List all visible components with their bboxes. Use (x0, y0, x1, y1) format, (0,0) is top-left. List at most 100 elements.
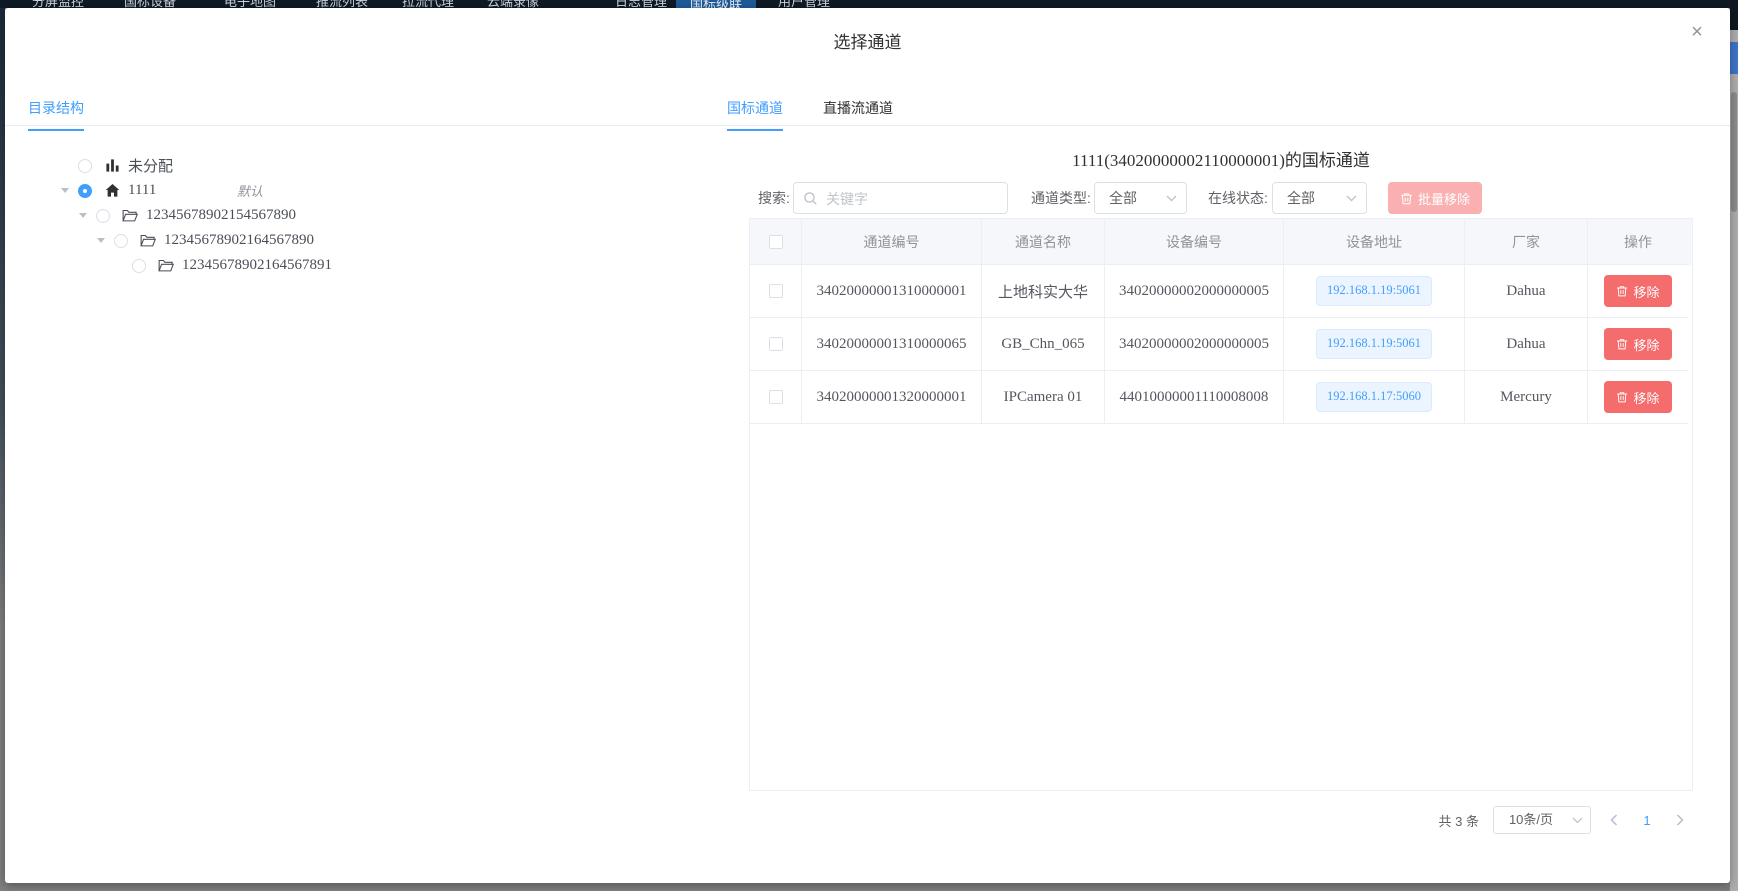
cell-channel-id: 34020000001310000065 (802, 318, 982, 371)
cell-device-id: 34020000002000000005 (1105, 318, 1284, 371)
remove-button[interactable]: 移除 (1604, 275, 1671, 307)
close-icon[interactable]: × (1686, 22, 1708, 44)
tree-node[interactable]: 12345678902164567891 (5, 253, 705, 278)
radio-unchecked[interactable] (114, 234, 128, 248)
channel-section-title: 1111(34020000002110000001)的国标通道 (749, 146, 1693, 171)
pagination: 共 3 条 10条/页 1 (749, 806, 1693, 834)
nav-item-1[interactable]: 国标设备 (124, 0, 176, 8)
remove-button-label: 移除 (1633, 282, 1659, 301)
address-tag: 192.168.1.19:5061 (1316, 276, 1432, 306)
search-label: 搜索: (758, 182, 790, 214)
radio-unchecked[interactable] (132, 259, 146, 273)
next-page-icon[interactable] (1671, 806, 1689, 834)
cell-device-address: 192.168.1.19:5061 (1284, 265, 1465, 318)
online-status-label: 在线状态: (1208, 182, 1268, 214)
cell-channel-id-text: 34020000001320000001 (817, 389, 967, 406)
select-all-checkbox[interactable] (769, 235, 783, 249)
nav-item-label: 用户管理 (778, 0, 830, 8)
row-checkbox[interactable] (769, 390, 783, 404)
online-status-value: 全部 (1287, 183, 1315, 213)
remove-button[interactable]: 移除 (1604, 328, 1671, 360)
cell-select (750, 265, 802, 318)
trash-icon (1616, 338, 1628, 350)
remove-button-label: 移除 (1633, 335, 1659, 354)
nav-item-5[interactable]: 云端录像 (487, 0, 539, 8)
caret-down-icon[interactable] (94, 238, 108, 243)
page-scrollbar[interactable] (1730, 0, 1738, 891)
channel-table: 通道编号 通道名称 设备编号 设备地址 厂家 操作 34020000001310… (749, 218, 1693, 791)
cell-select (750, 318, 802, 371)
online-status-select[interactable]: 全部 (1272, 182, 1367, 214)
folder-icon (158, 258, 174, 274)
cell-channel-name-text: 上地科实大华 (998, 281, 1088, 302)
tree-node-label[interactable]: 12345678902164567890 (164, 232, 314, 249)
cell-select (750, 371, 802, 424)
header-select-all (750, 219, 802, 265)
cell-vendor: Dahua (1465, 265, 1588, 318)
batch-remove-button[interactable]: 批量移除 (1388, 182, 1482, 214)
address-tag: 192.168.1.17:5060 (1316, 382, 1432, 412)
cell-channel-name: GB_Chn_065 (982, 318, 1105, 371)
nav-item-3[interactable]: 推流列表 (316, 0, 368, 8)
tab-live-stream-channel[interactable]: 直播流通道 (823, 98, 893, 129)
cell-action: 移除 (1588, 371, 1688, 424)
folder-icon (140, 233, 156, 249)
nav-item-7[interactable]: 国标级联 (676, 0, 756, 8)
nav-item-label: 云端录像 (487, 0, 539, 8)
cell-channel-id: 34020000001310000001 (802, 265, 982, 318)
tree-node-label[interactable]: 12345678902164567891 (182, 257, 332, 274)
total-count-label: 共 3 条 (1439, 811, 1479, 830)
header-action: 操作 (1588, 219, 1688, 265)
cell-action: 移除 (1588, 318, 1688, 371)
table-row: 34020000001310000001 上地科实大华 34020000002000… (750, 265, 1692, 318)
tab-directory-structure[interactable]: 目录结构 (28, 98, 84, 131)
cell-device-id-text: 44010000001110008008 (1120, 389, 1269, 406)
trash-icon (1616, 391, 1628, 403)
nav-item-label: 电子地图 (224, 0, 276, 8)
nav-item-label: 国标设备 (124, 0, 176, 8)
scrollbar-thumb[interactable] (1731, 92, 1737, 212)
page-size-select[interactable]: 10条/页 (1493, 806, 1591, 834)
nav-item-label: 分屏监控 (32, 0, 84, 8)
nav-item-2[interactable]: 电子地图 (224, 0, 276, 8)
tree-node[interactable]: 未分配 (5, 153, 705, 178)
search-input[interactable] (824, 183, 1003, 215)
cell-channel-id-text: 34020000001310000065 (817, 336, 967, 353)
channel-type-select[interactable]: 全部 (1094, 182, 1187, 214)
table-row: 34020000001320000001 IPCamera 01 440100000… (750, 371, 1692, 424)
cell-vendor-text: Dahua (1506, 283, 1545, 300)
table-header-row: 通道编号 通道名称 设备编号 设备地址 厂家 操作 (750, 219, 1692, 265)
cell-device-address: 192.168.1.19:5061 (1284, 318, 1465, 371)
screen: 分屏监控国标设备电子地图推流列表拉流代理云端录像日志管理国标级联用户管理 选择通… (0, 0, 1738, 891)
trash-icon (1400, 192, 1413, 205)
prev-page-icon[interactable] (1605, 806, 1623, 834)
cell-channel-name: IPCamera 01 (982, 371, 1105, 424)
row-checkbox[interactable] (769, 284, 783, 298)
tree-node-label[interactable]: 未分配 (128, 155, 173, 176)
nav-item-label: 拉流代理 (402, 0, 454, 8)
cell-vendor-text: Dahua (1506, 336, 1545, 353)
header-channel-name: 通道名称 (982, 219, 1105, 265)
row-checkbox[interactable] (769, 337, 783, 351)
page-number-1[interactable]: 1 (1637, 813, 1657, 828)
nav-item-6[interactable]: 日志管理 (615, 0, 667, 8)
batch-remove-label: 批量移除 (1418, 189, 1470, 208)
directory-tree: 未分配1111默认1234567890215456789012345678902… (5, 153, 705, 278)
radio-unchecked[interactable] (78, 159, 92, 173)
cell-device-id-text: 34020000002000000005 (1119, 283, 1269, 300)
cell-vendor: Dahua (1465, 318, 1588, 371)
remove-button[interactable]: 移除 (1604, 381, 1671, 413)
nav-item-0[interactable]: 分屏监控 (32, 0, 84, 8)
table-row: 34020000001310000065 GB_Chn_0653402000000… (750, 318, 1692, 371)
nav-item-4[interactable]: 拉流代理 (402, 0, 454, 8)
nav-item-label: 推流列表 (316, 0, 368, 8)
header-channel-id: 通道编号 (802, 219, 982, 265)
remove-button-label: 移除 (1633, 388, 1659, 407)
header-device-id: 设备编号 (1105, 219, 1284, 265)
tab-gb-channel[interactable]: 国标通道 (727, 98, 783, 131)
tree-node[interactable]: 12345678902164567890 (5, 228, 705, 253)
chevron-down-icon (1346, 195, 1357, 202)
header-device-address: 设备地址 (1284, 219, 1465, 265)
nav-item-8[interactable]: 用户管理 (778, 0, 830, 8)
cell-device-address: 192.168.1.17:5060 (1284, 371, 1465, 424)
